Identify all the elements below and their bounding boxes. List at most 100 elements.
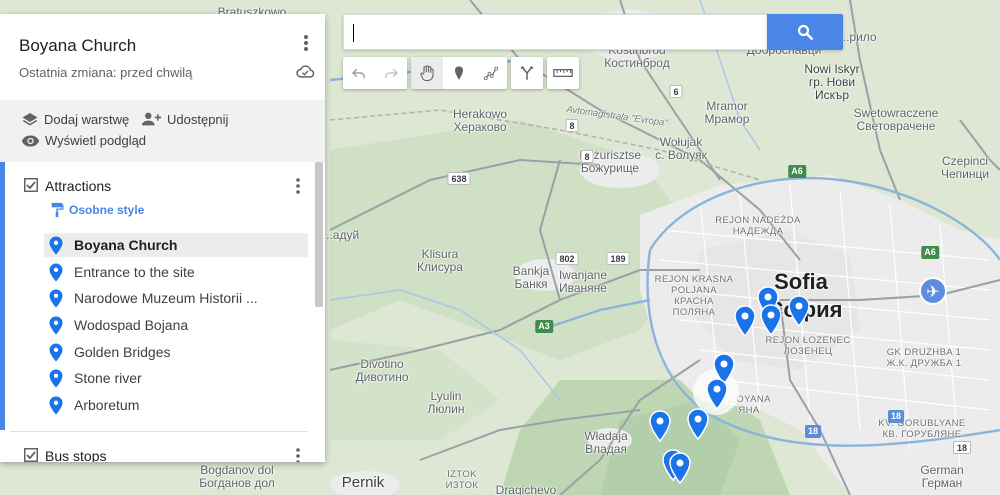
place-item[interactable]: Golden Bridges <box>44 340 308 364</box>
draw-line-icon <box>483 66 499 81</box>
map-label-dragichevo: Dragichevo <box>495 483 557 495</box>
paint-roller-icon <box>51 202 64 218</box>
place-item-label: Wodospad Bojana <box>74 317 189 333</box>
measure-button[interactable] <box>547 57 579 89</box>
select-tool-button[interactable] <box>411 57 443 89</box>
redo-button[interactable] <box>375 57 407 89</box>
map-label-mramor: Mramor Мрамор <box>704 99 750 126</box>
map-label-wladaja: Władaja Владая <box>584 429 628 456</box>
active-layer-indicator <box>0 162 5 430</box>
layer-checkbox-bus-stops[interactable] <box>24 448 38 462</box>
add-layer-label: Dodaj warstwę <box>44 111 130 127</box>
road-shield: A6 <box>921 246 939 259</box>
map-label-swetowraczene: Swetowraczene Световраченe <box>853 106 939 133</box>
map-pin[interactable] <box>687 408 709 440</box>
add-directions-button[interactable] <box>511 57 543 89</box>
blue-marker-icon <box>49 369 63 387</box>
directions-toolbar <box>511 57 543 89</box>
map-label-sofia: Sofia <box>774 269 828 294</box>
map-options-button[interactable] <box>296 32 316 54</box>
blue-marker-icon <box>49 316 63 334</box>
map-pin[interactable] <box>649 410 671 442</box>
ruler-icon <box>553 69 573 77</box>
marker-icon <box>455 66 463 80</box>
more-vert-icon <box>304 35 308 51</box>
redo-icon <box>385 68 399 79</box>
road-shield: 18 <box>952 441 972 454</box>
layer-options-icon[interactable] <box>289 446 307 462</box>
map-label-ilientsi: ...рило <box>839 30 877 44</box>
road-shield: 18 <box>804 425 822 438</box>
search-box[interactable] <box>343 14 767 50</box>
map-label-bogdanov-dol: Bogdanov dol Богданов дол <box>199 463 275 490</box>
map-label-czepinci: Czepinci Чепинци <box>940 154 990 181</box>
measure-toolbar <box>547 57 579 89</box>
panel-header: Boyana Church Ostatnia zmiana: przed chw… <box>0 14 325 100</box>
add-marker-button[interactable] <box>443 57 475 89</box>
add-layer-button[interactable]: Dodaj warstwę <box>21 111 129 127</box>
road-shield: 802 <box>555 252 579 265</box>
map-label-nadezhda-left: ...адуй <box>322 228 360 242</box>
share-button[interactable]: Udostępnij <box>141 111 228 127</box>
map-label-bankja: Bankja Банкя <box>512 264 550 291</box>
place-item[interactable]: Boyana Church <box>44 233 308 257</box>
map-label-rejon-lozenec: REJON ŁOZENEC ЛОЗЕНЕЦ <box>765 335 851 357</box>
text-cursor <box>353 24 354 42</box>
place-item-label: Stone river <box>74 370 142 386</box>
road-shield: 638 <box>447 172 471 185</box>
individual-styles-label: Osobne style <box>69 203 145 217</box>
last-edit-status: Ostatnia zmiana: przed chwilą <box>19 65 193 80</box>
blue-marker-icon <box>49 396 63 414</box>
map-label-druzhba: GK DRUZHBA 1 Ж.К. ДРУЖБА 1 <box>886 347 962 369</box>
draw-line-button[interactable] <box>475 57 507 89</box>
search-input[interactable] <box>344 15 767 49</box>
hand-icon <box>420 65 434 82</box>
preview-label: Wyświetl podgląd <box>45 133 147 148</box>
place-item-label: Narodowe Muzeum Historii ... <box>74 290 258 306</box>
cloud-saved-icon <box>295 63 315 79</box>
airport-icon[interactable]: ✈ <box>919 277 947 305</box>
blue-marker-icon <box>49 263 63 281</box>
place-item[interactable]: Arboretum <box>44 393 308 417</box>
map-label-iwanjane: Iwanjane Иваняне <box>558 268 608 295</box>
map-label-rejon-nadezda: REJON NADEŻDA НАДЕЖДА <box>715 215 801 237</box>
map-label-nowi-iskyr: Nowi Iskyr гр. Нови Искър <box>804 62 860 102</box>
place-item[interactable]: Entrance to the site <box>44 260 308 284</box>
panel-scrollbar[interactable] <box>315 162 323 307</box>
layer-options-icon[interactable] <box>289 176 307 196</box>
road-shield: 18 <box>887 410 905 423</box>
map-title[interactable]: Boyana Church <box>19 36 136 56</box>
preview-button[interactable]: Wyświetl podgląd <box>21 133 146 148</box>
person-add-icon <box>141 112 162 126</box>
map-label-wolujak: Wołujak с. Волуяк <box>655 135 707 162</box>
place-item[interactable]: Narodowe Muzeum Historii ... <box>44 286 308 310</box>
place-item-label: Boyana Church <box>74 237 178 253</box>
eye-icon <box>21 134 40 147</box>
map-pin[interactable] <box>669 452 691 484</box>
search-icon <box>797 24 813 40</box>
map-pin-selected[interactable] <box>706 378 728 410</box>
blue-marker-icon <box>49 289 63 307</box>
place-item-label: Golden Bridges <box>74 344 171 360</box>
layer-title-attractions[interactable]: Attractions <box>45 178 111 194</box>
layer-divider <box>10 431 308 432</box>
map-pin[interactable] <box>788 295 810 327</box>
map-label-german: German Герман <box>920 463 964 490</box>
undo-icon <box>351 68 365 79</box>
place-item-label: Arboretum <box>74 397 140 413</box>
layer-title-bus-stops[interactable]: Bus stops <box>45 448 106 462</box>
layer-checkbox-attractions[interactable] <box>24 178 38 192</box>
drawing-toolbar <box>411 57 507 89</box>
map-pin[interactable] <box>760 304 782 336</box>
individual-styles-link[interactable]: Osobne style <box>50 202 144 218</box>
search-button[interactable] <box>767 14 843 50</box>
map-label-rejon-krasna-poljana: REJON KRASNA POLJANA КРАСНА ПОЛЯНА <box>654 274 734 318</box>
map-label-divotino: Divotino Дивотино <box>355 357 409 384</box>
place-item[interactable]: Stone river <box>44 366 308 390</box>
place-item[interactable]: Wodospad Bojana <box>44 313 308 337</box>
map-label-klisura: Klisura Клисура <box>417 247 463 274</box>
map-pin[interactable] <box>734 305 756 337</box>
undo-button[interactable] <box>343 57 375 89</box>
road-shield: 8 <box>565 119 579 132</box>
blue-marker-icon <box>49 236 63 254</box>
